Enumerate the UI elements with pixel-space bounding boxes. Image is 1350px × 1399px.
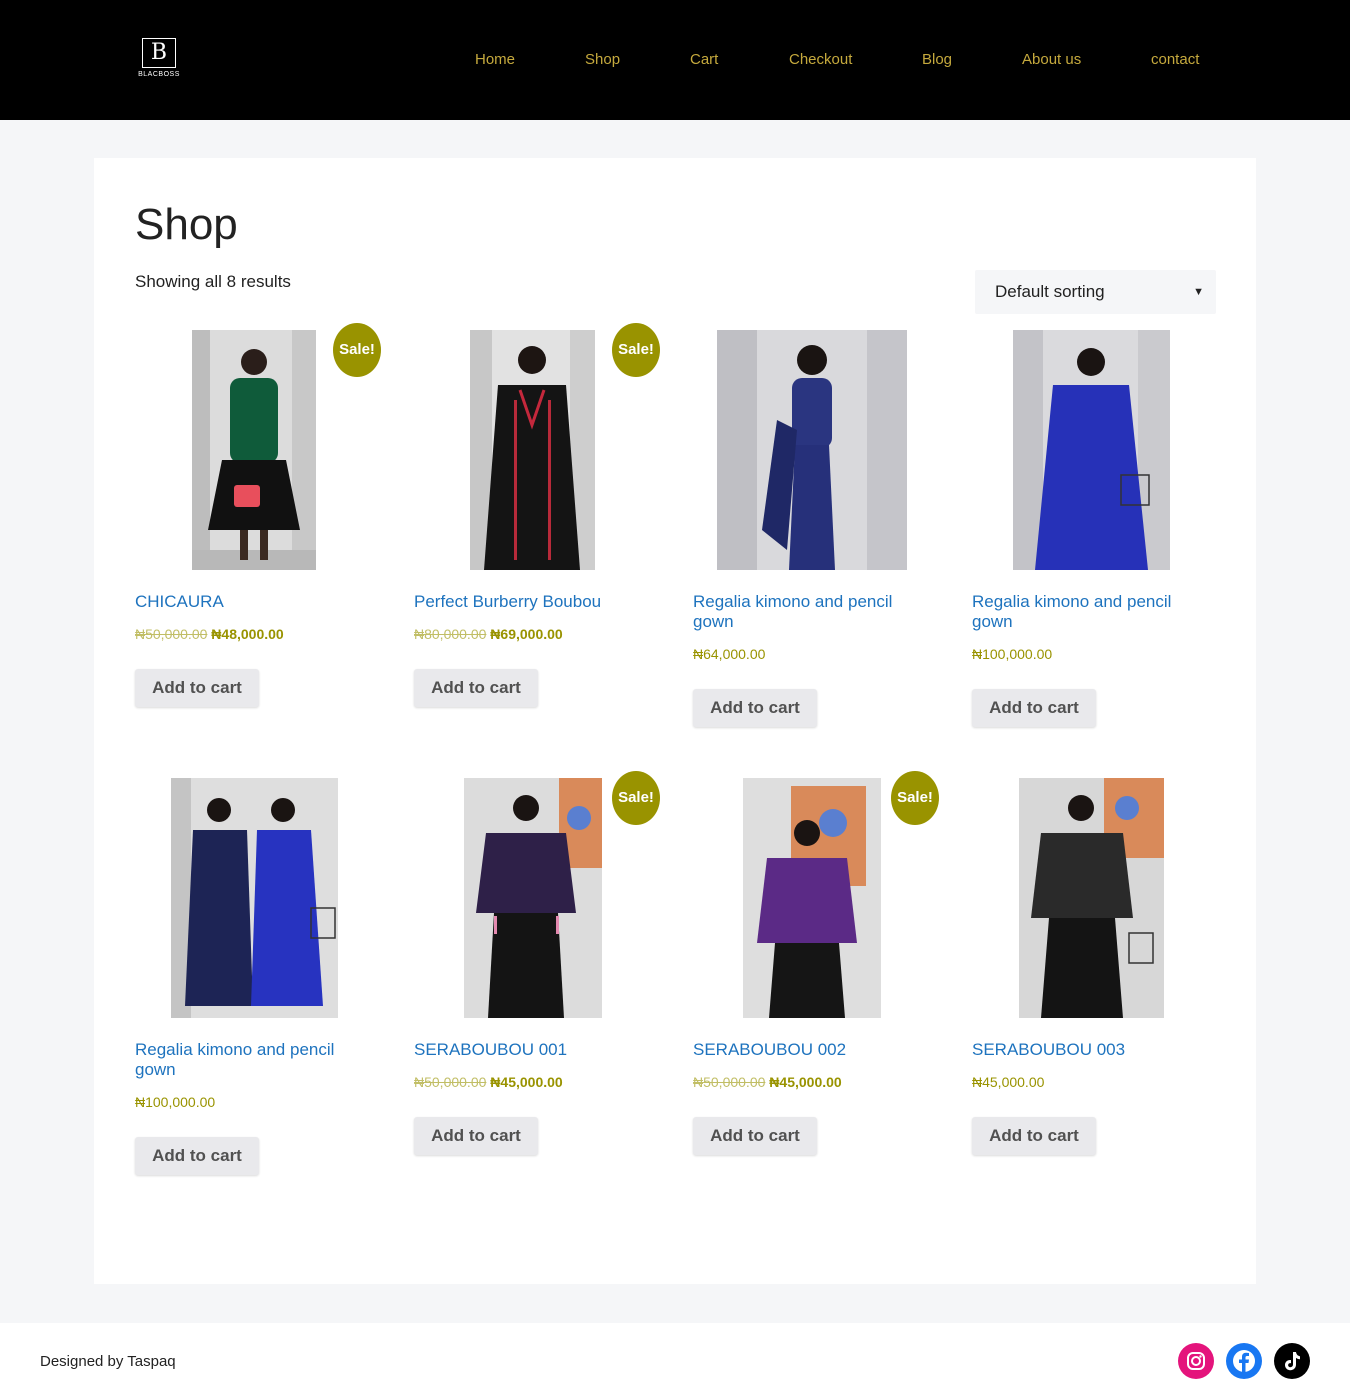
nav-shop[interactable]: Shop	[585, 51, 620, 68]
product-image	[1013, 330, 1170, 570]
product-price: ₦45,000.00	[972, 1074, 1044, 1090]
add-to-cart-button[interactable]: Add to cart	[693, 1117, 817, 1155]
nav-cart[interactable]: Cart	[690, 51, 718, 68]
footer-credit: Designed by Taspaq	[40, 1353, 176, 1370]
instagram-icon[interactable]	[1178, 1343, 1214, 1379]
product-title-link[interactable]: Regalia kimono and pencil gown	[972, 592, 1212, 632]
product-image-link[interactable]	[972, 778, 1217, 1018]
regular-price: ₦80,000.00	[414, 626, 487, 642]
product-price: ₦100,000.00	[135, 1094, 215, 1110]
product-title-link[interactable]: Regalia kimono and pencil gown	[693, 592, 933, 632]
product-title-link[interactable]: Regalia kimono and pencil gown	[135, 1040, 375, 1080]
product-price: ₦64,000.00	[693, 646, 765, 662]
product-image-link[interactable]	[135, 778, 380, 1018]
nav-checkout[interactable]: Checkout	[789, 51, 852, 68]
product-image	[717, 330, 907, 570]
result-count: Showing all 8 results	[135, 272, 291, 291]
product-image	[171, 778, 338, 1018]
product-price: ₦100,000.00	[972, 646, 1052, 662]
product-image	[1019, 778, 1164, 1018]
add-to-cart-button[interactable]: Add to cart	[414, 669, 538, 707]
regular-price: ₦50,000.00	[414, 1074, 487, 1090]
sale-price: ₦45,000.00	[769, 1074, 842, 1090]
site-header: B BLACBOSS Home Shop Cart Checkout Blog …	[0, 0, 1350, 120]
product-image-link[interactable]	[693, 330, 938, 570]
nav-about-us[interactable]: About us	[1022, 51, 1081, 68]
nav-home[interactable]: Home	[475, 51, 515, 68]
add-to-cart-button[interactable]: Add to cart	[693, 689, 817, 727]
chevron-down-icon: ▼	[1193, 286, 1204, 298]
sale-badge: Sale!	[333, 323, 381, 377]
nav-contact[interactable]: contact	[1151, 51, 1199, 68]
add-to-cart-button[interactable]: Add to cart	[135, 1137, 259, 1175]
add-to-cart-button[interactable]: Add to cart	[414, 1117, 538, 1155]
sale-badge: Sale!	[612, 323, 660, 377]
product-image	[192, 330, 316, 570]
product-title-link[interactable]: SERABOUBOU 002	[693, 1040, 933, 1060]
sort-select-value: Default sorting	[995, 282, 1105, 301]
product-image-link[interactable]: Sale!	[414, 771, 660, 1018]
product-title-link[interactable]: SERABOUBOU 003	[972, 1040, 1212, 1060]
product-price: ₦50,000.00 ₦45,000.00	[414, 1074, 563, 1090]
site-footer: Designed by Taspaq	[0, 1323, 1350, 1399]
product-price: ₦50,000.00 ₦48,000.00	[135, 626, 284, 642]
nav-blog[interactable]: Blog	[922, 51, 952, 68]
facebook-icon[interactable]	[1226, 1343, 1262, 1379]
page-title: Shop	[135, 200, 238, 249]
add-to-cart-button[interactable]: Add to cart	[972, 1117, 1096, 1155]
product-price: ₦50,000.00 ₦45,000.00	[693, 1074, 842, 1090]
main-nav: Home Shop Cart Checkout Blog About us co…	[0, 51, 1350, 71]
product-title-link[interactable]: CHICAURA	[135, 592, 375, 612]
product-image	[464, 778, 602, 1018]
product-image-link[interactable]: Sale!	[693, 771, 939, 1018]
product-title-link[interactable]: Perfect Burberry Boubou	[414, 592, 654, 612]
regular-price: ₦50,000.00	[693, 1074, 766, 1090]
sale-badge: Sale!	[891, 771, 939, 825]
product-price: ₦80,000.00 ₦69,000.00	[414, 626, 563, 642]
sale-price: ₦69,000.00	[490, 626, 563, 642]
price-amount: ₦45,000.00	[972, 1074, 1045, 1090]
product-title-link[interactable]: SERABOUBOU 001	[414, 1040, 654, 1060]
add-to-cart-button[interactable]: Add to cart	[972, 689, 1096, 727]
price-amount: ₦100,000.00	[972, 646, 1053, 662]
regular-price: ₦50,000.00	[135, 626, 208, 642]
sort-select[interactable]: Default sorting ▼	[975, 270, 1216, 314]
product-image-link[interactable]	[972, 330, 1217, 570]
price-amount: ₦64,000.00	[693, 646, 766, 662]
product-image	[470, 330, 595, 570]
tiktok-icon[interactable]	[1274, 1343, 1310, 1379]
sale-price: ₦48,000.00	[211, 626, 284, 642]
sale-badge: Sale!	[612, 771, 660, 825]
sale-price: ₦45,000.00	[490, 1074, 563, 1090]
logo-wordmark: BLACBOSS	[138, 71, 180, 78]
product-image-link[interactable]: Sale!	[135, 323, 381, 570]
price-amount: ₦100,000.00	[135, 1094, 216, 1110]
product-image-link[interactable]: Sale!	[414, 323, 660, 570]
shop-content: Shop Showing all 8 results Default sorti…	[94, 158, 1256, 1284]
add-to-cart-button[interactable]: Add to cart	[135, 669, 259, 707]
product-image	[743, 778, 881, 1018]
